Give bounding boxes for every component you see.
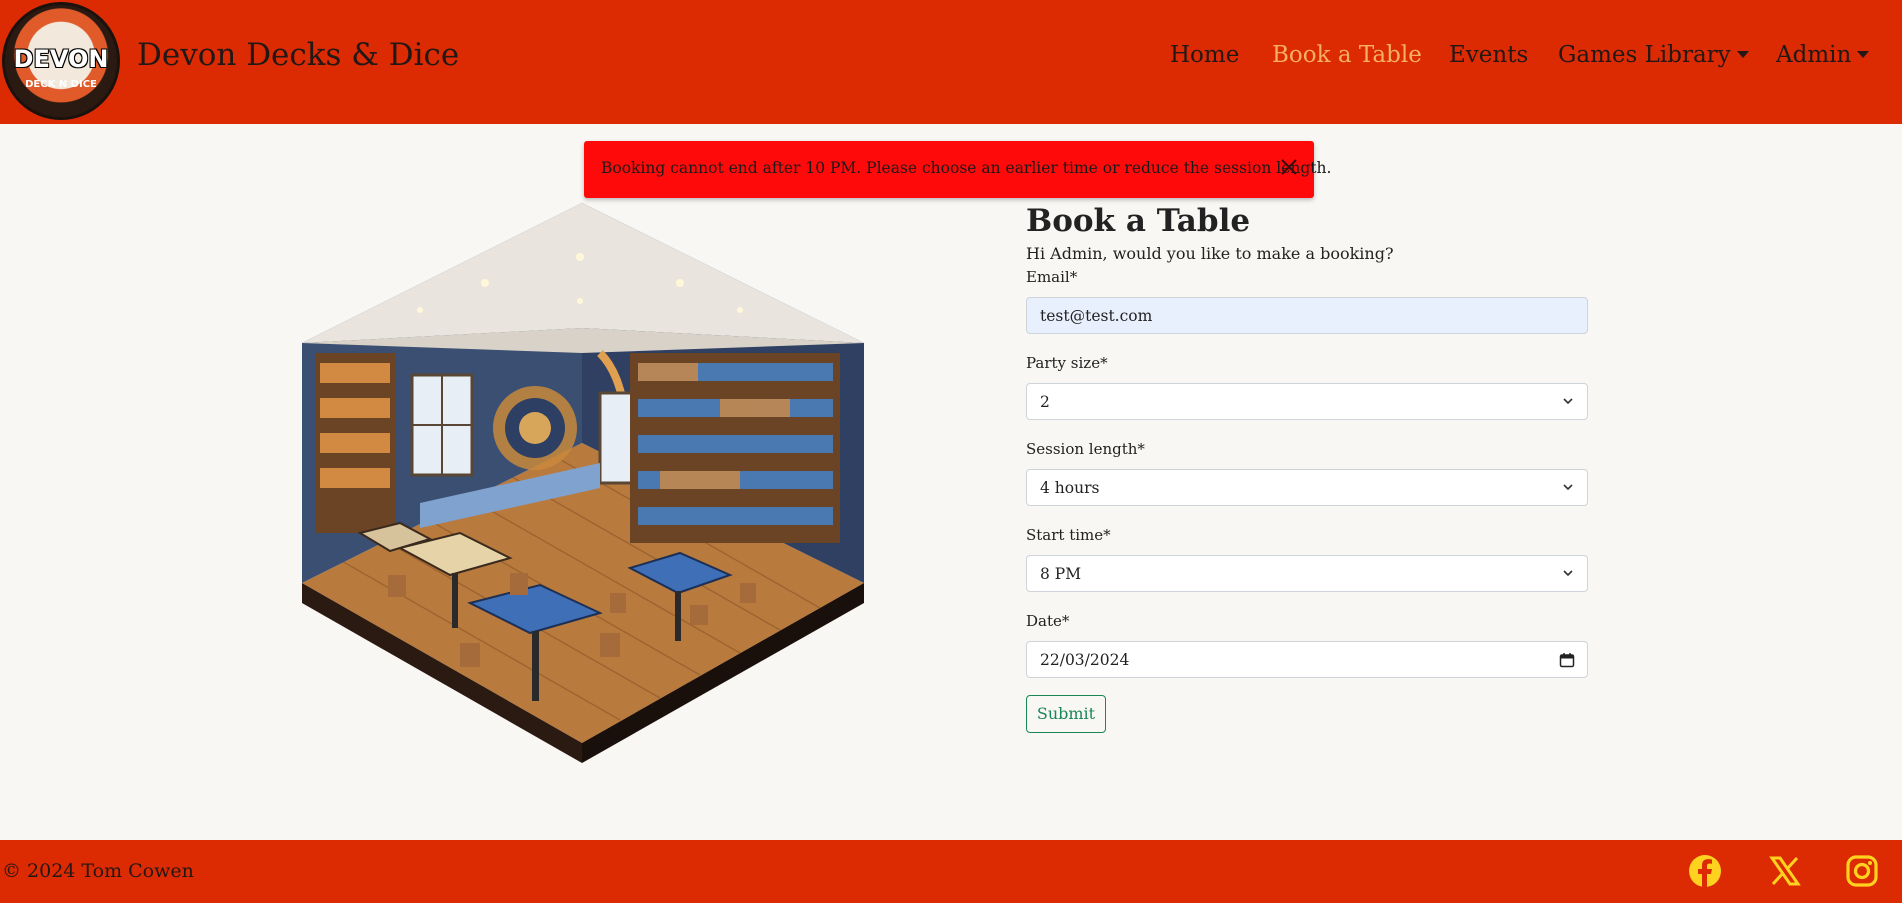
date-value: 22/03/2024 bbox=[1040, 651, 1130, 669]
calendar-icon[interactable] bbox=[1559, 652, 1575, 668]
error-alert: Booking cannot end after 10 PM. Please c… bbox=[584, 141, 1331, 198]
nav-events-label: Events bbox=[1449, 42, 1529, 68]
email-value: test@test.com bbox=[1040, 307, 1153, 325]
nav-admin-dropdown[interactable]: Admin bbox=[1776, 42, 1870, 68]
session-length-value: 4 hours bbox=[1040, 479, 1100, 497]
nav-admin-label: Admin bbox=[1776, 42, 1852, 68]
logo-subtext: DECK N DICE bbox=[25, 79, 97, 90]
caret-down-icon bbox=[1736, 50, 1749, 58]
nav-home[interactable]: Home bbox=[1170, 42, 1239, 68]
date-label: Date* bbox=[1026, 612, 1070, 630]
chevron-down-icon bbox=[1563, 484, 1573, 491]
footer: © 2024 Tom Cowen bbox=[0, 840, 1902, 903]
start-time-select[interactable]: 8 PM bbox=[1026, 555, 1588, 592]
party-size-select[interactable]: 2 bbox=[1026, 383, 1588, 420]
party-size-label: Party size* bbox=[1026, 354, 1108, 372]
game-room-image bbox=[300, 203, 866, 763]
nav-games-library-label: Games Library bbox=[1558, 42, 1731, 68]
copyright-text: © 2024 Tom Cowen bbox=[2, 860, 194, 882]
email-label: Email* bbox=[1026, 268, 1078, 286]
instagram-icon[interactable] bbox=[1845, 854, 1879, 888]
start-time-label: Start time* bbox=[1026, 526, 1111, 544]
session-length-label: Session length* bbox=[1026, 440, 1145, 458]
nav-book-a-table[interactable]: Book a Table bbox=[1272, 42, 1422, 68]
email-field[interactable]: test@test.com bbox=[1026, 297, 1588, 334]
page-title: Book a Table bbox=[1026, 203, 1251, 239]
alert-message: Booking cannot end after 10 PM. Please c… bbox=[601, 159, 1332, 177]
greeting-text: Hi Admin, would you like to make a booki… bbox=[1026, 244, 1394, 263]
nav-book-a-table-label: Book a Table bbox=[1272, 42, 1422, 68]
nav-home-label: Home bbox=[1170, 42, 1240, 68]
start-time-value: 8 PM bbox=[1040, 565, 1082, 583]
submit-button[interactable]: Submit bbox=[1026, 695, 1106, 733]
nav-events[interactable]: Events bbox=[1449, 42, 1528, 68]
chevron-down-icon bbox=[1563, 398, 1573, 405]
top-navbar: DEVON DECK N DICE Devon Decks & Dice Hom… bbox=[0, 0, 1902, 124]
brand-name[interactable]: Devon Decks & Dice bbox=[137, 37, 459, 73]
session-length-select[interactable]: 4 hours bbox=[1026, 469, 1588, 506]
chevron-down-icon bbox=[1563, 570, 1573, 577]
x-icon[interactable] bbox=[1768, 854, 1802, 888]
date-field[interactable]: 22/03/2024 bbox=[1026, 641, 1588, 678]
close-icon[interactable] bbox=[1278, 156, 1300, 178]
brand-logo[interactable]: DEVON DECK N DICE bbox=[2, 2, 120, 120]
logo-text: DEVON bbox=[13, 45, 109, 73]
facebook-icon[interactable] bbox=[1688, 854, 1722, 888]
party-size-value: 2 bbox=[1040, 393, 1050, 411]
caret-down-icon bbox=[1857, 50, 1870, 58]
nav-games-library-dropdown[interactable]: Games Library bbox=[1558, 42, 1749, 68]
